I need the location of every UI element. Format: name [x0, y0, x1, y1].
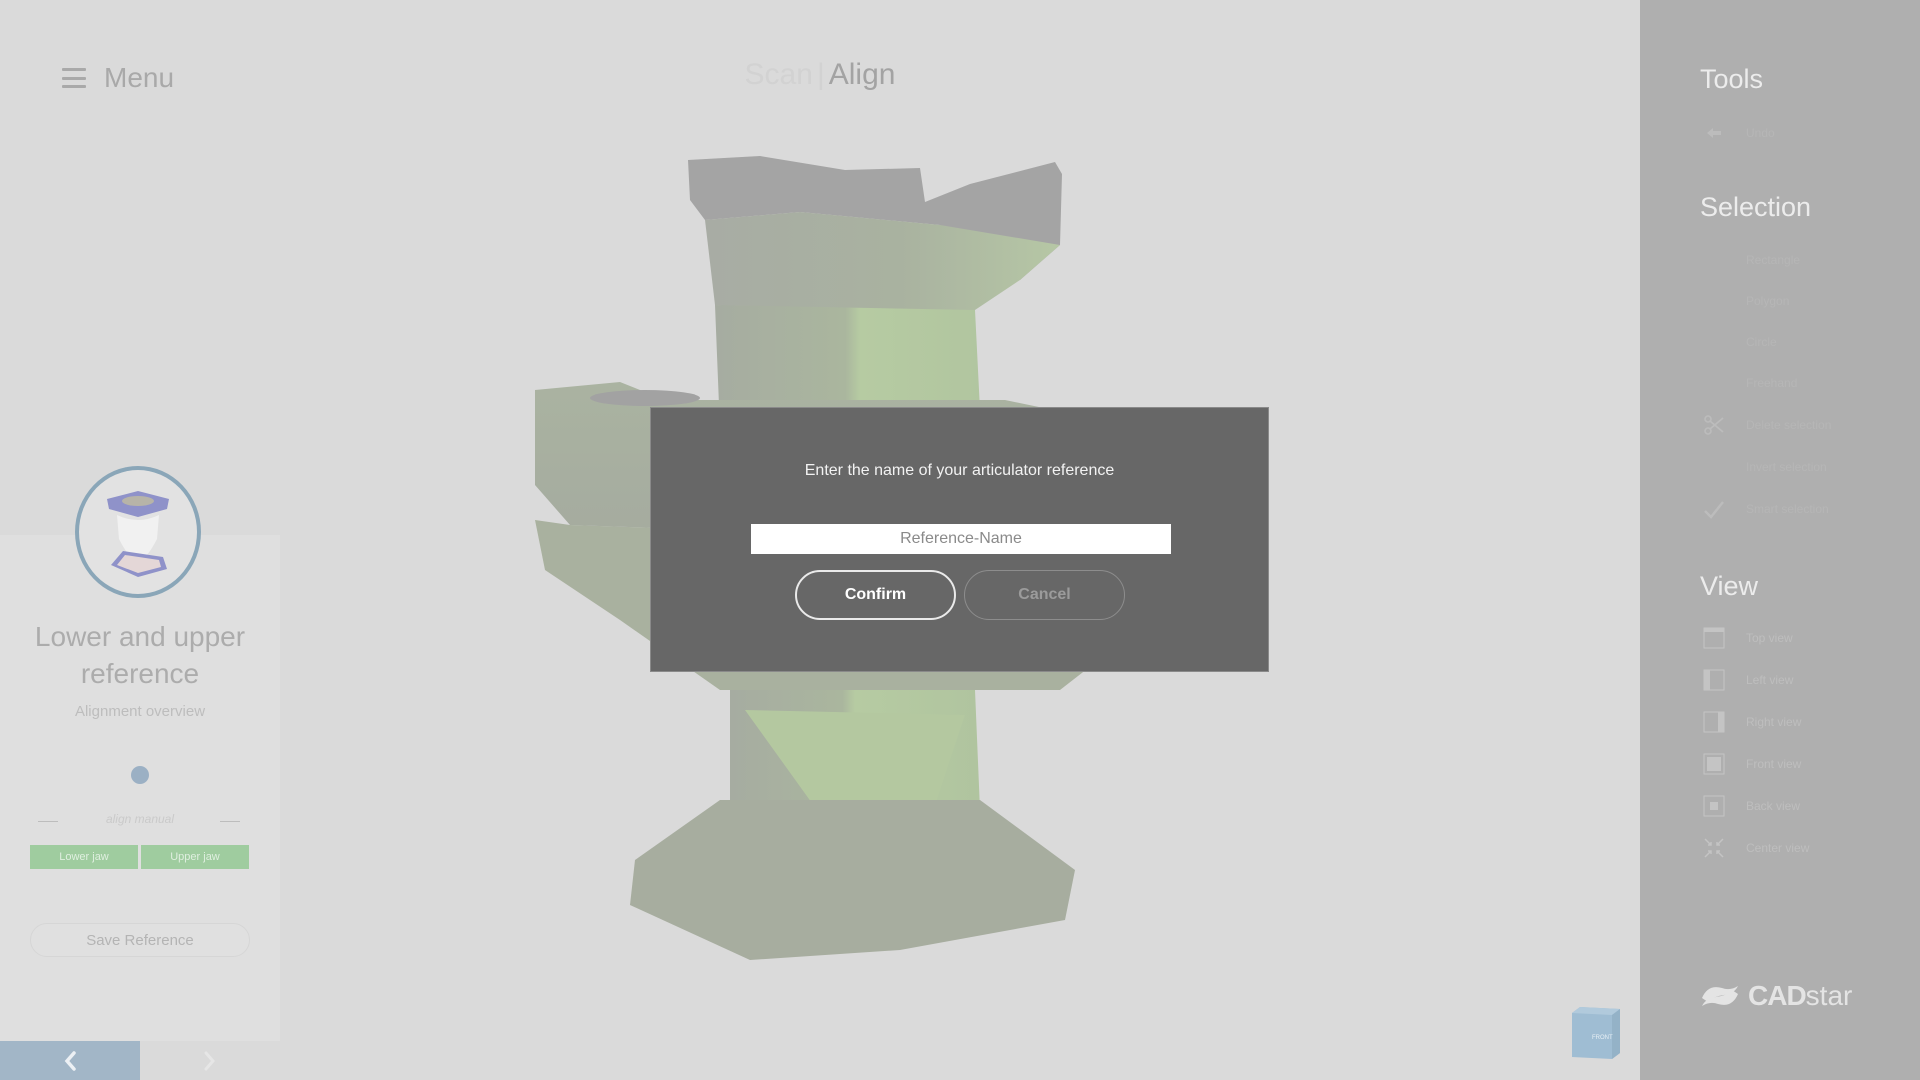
selection-item-circle[interactable]: Circle — [1702, 327, 1902, 357]
view-heading: View — [1700, 571, 1759, 601]
chevron-right-icon — [204, 1051, 215, 1070]
circle-select-icon — [1702, 330, 1726, 354]
selection-label: Smart selection — [1746, 502, 1829, 516]
top-view-icon — [1702, 626, 1726, 650]
breadcrumb-scan[interactable]: Scan — [745, 58, 813, 91]
selection-item-freehand[interactable]: Freehand — [1702, 368, 1902, 398]
right-panel: Tools Undo Selection Rectangle Polygon C… — [1640, 0, 1920, 1080]
center-view-icon — [1702, 836, 1726, 860]
model-base — [630, 800, 1075, 960]
progress-dot — [131, 766, 149, 784]
step-subtitle: Alignment overview — [74, 703, 206, 720]
align-mode-divider: align manual — [0, 812, 280, 830]
front-view-icon — [1702, 752, 1726, 776]
dialog-title: Enter the name of your articulator refer… — [804, 462, 1115, 479]
view-label: Right view — [1746, 715, 1802, 729]
selection-item-rectangle[interactable]: Rectangle — [1702, 245, 1902, 275]
next-step-button[interactable] — [140, 1041, 280, 1080]
divider-line-right — [220, 821, 240, 822]
polygon-select-icon — [1702, 289, 1726, 313]
view-cube-face-label: FRONT — [1592, 1035, 1613, 1041]
scissors-icon — [1702, 413, 1726, 437]
right-view-icon — [1702, 710, 1726, 734]
selection-label: Invert selection — [1746, 460, 1827, 474]
reference-name-input[interactable] — [751, 524, 1171, 554]
cadstar-logo-icon — [1702, 986, 1738, 1006]
selection-label: Delete selection — [1746, 418, 1832, 432]
selection-label: Circle — [1746, 335, 1777, 349]
reference-name-dialog: Enter the name of your articulator refer… — [650, 407, 1269, 672]
breadcrumb: Scan | Align — [0, 58, 1640, 92]
rectangle-select-icon — [1702, 248, 1726, 272]
upper-jaw-button[interactable]: Upper jaw — [141, 845, 249, 869]
save-reference-button[interactable]: Save Reference — [30, 923, 250, 957]
tool-label: Undo — [1746, 126, 1775, 140]
view-label: Left view — [1746, 673, 1794, 687]
logo-text-light: star — [1805, 980, 1853, 1011]
tool-undo[interactable]: Undo — [1702, 118, 1902, 148]
view-label: Back view — [1746, 799, 1801, 813]
previous-step-button[interactable] — [0, 1041, 140, 1080]
selection-label: Rectangle — [1746, 253, 1801, 267]
view-item-center[interactable]: Center view — [1702, 833, 1902, 863]
back-view-icon — [1702, 794, 1726, 818]
view-item-back[interactable]: Back view — [1702, 791, 1902, 821]
breadcrumb-separator: | — [816, 58, 825, 91]
view-item-top[interactable]: Top view — [1702, 623, 1902, 653]
view-item-left[interactable]: Left view — [1702, 665, 1902, 695]
view-label: Front view — [1746, 757, 1802, 771]
confirm-button[interactable]: Confirm — [795, 570, 956, 620]
selection-heading: Selection — [1700, 192, 1812, 222]
view-label: Top view — [1746, 631, 1793, 645]
left-panel — [0, 535, 280, 1080]
checkmark-icon — [1702, 497, 1726, 521]
articulator-icon — [107, 491, 169, 577]
view-cube-icon: FRONT — [1572, 1007, 1620, 1059]
cancel-button[interactable]: Cancel — [964, 570, 1125, 620]
invert-selection-icon — [1702, 455, 1726, 479]
breadcrumb-align: Align — [828, 58, 896, 91]
tools-heading: Tools — [1700, 64, 1764, 94]
align-mode-label: align manual — [105, 812, 175, 826]
lower-jaw-button[interactable]: Lower jaw — [30, 845, 138, 869]
freehand-select-icon — [1702, 371, 1726, 395]
view-cube[interactable]: FRONT — [1566, 1005, 1622, 1061]
selection-item-polygon[interactable]: Polygon — [1702, 286, 1902, 316]
selection-item-delete[interactable]: Delete selection — [1702, 410, 1902, 440]
chevron-left-icon — [64, 1050, 76, 1071]
cadstar-logo: CADstar — [1698, 980, 1852, 1012]
step-illustration — [75, 466, 201, 598]
undo-icon — [1702, 121, 1726, 145]
view-item-front[interactable]: Front view — [1702, 749, 1902, 779]
selection-item-invert[interactable]: Invert selection — [1702, 452, 1902, 482]
jaw-button-group: Lower jaw Upper jaw — [30, 845, 249, 869]
selection-item-smart[interactable]: Smart selection — [1702, 494, 1902, 524]
left-view-icon — [1702, 668, 1726, 692]
step-title: Lower and upper reference — [34, 621, 246, 689]
selection-label: Freehand — [1746, 376, 1798, 390]
logo-text-bold: CAD — [1748, 980, 1807, 1011]
selection-label: Polygon — [1746, 294, 1790, 308]
view-item-right[interactable]: Right view — [1702, 707, 1902, 737]
view-label: Center view — [1746, 841, 1810, 855]
